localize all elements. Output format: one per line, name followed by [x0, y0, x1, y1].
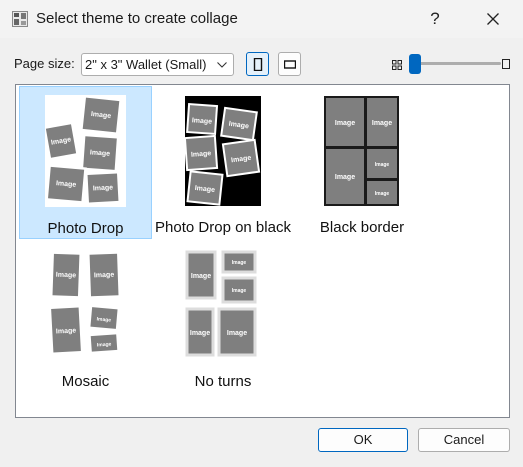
window-title: Select theme to create collage [36, 10, 238, 27]
image-placeholder: Image [87, 304, 121, 332]
theme-gallery: Image Image Image Image Image Photo Drop… [15, 84, 510, 418]
theme-label: Black border [319, 219, 405, 236]
image-placeholder-label: Image [192, 117, 213, 125]
portrait-icon [253, 58, 263, 71]
image-placeholder-label: Image [191, 273, 211, 280]
help-button[interactable]: ? [417, 4, 453, 34]
image-placeholder: Image [48, 304, 84, 356]
image-placeholder: Image [367, 98, 397, 146]
image-placeholder-label: Image [232, 288, 247, 294]
image-placeholder-label: Image [375, 191, 390, 197]
image-placeholder: Image [79, 95, 123, 136]
image-placeholder-label: Image [90, 149, 111, 157]
image-placeholder: Image [367, 149, 397, 178]
image-placeholder-label: Image [232, 260, 247, 266]
image-placeholder: Image [185, 307, 215, 357]
image-placeholder-label: Image [372, 120, 392, 127]
page-size-dropdown[interactable]: 2" x 3" Wallet (Small) [81, 53, 234, 76]
image-placeholder-label: Image [335, 174, 355, 181]
image-placeholder: Image [326, 149, 364, 204]
portrait-orientation-button[interactable] [246, 52, 269, 76]
page-size-value: 2" x 3" Wallet (Small) [85, 57, 207, 72]
no-turns-preview: Image Image Image Image Image [183, 249, 261, 361]
mosaic-preview: Image Image Image Image Image [47, 249, 125, 361]
theme-mosaic[interactable]: Image Image Image Image Image Mosaic [19, 243, 152, 393]
image-placeholder: Image [367, 181, 397, 204]
image-placeholder-label: Image [191, 150, 212, 158]
image-placeholder-label: Image [56, 272, 77, 280]
cancel-button[interactable]: Cancel [418, 428, 510, 452]
app-icon [12, 11, 28, 27]
chevron-down-icon [217, 62, 227, 68]
theme-photo-drop-on-black[interactable]: Image Image Image Image Image Photo Drop… [153, 86, 293, 239]
image-placeholder: Image [86, 251, 122, 299]
image-placeholder: Image [185, 250, 217, 300]
image-placeholder: Image [221, 250, 257, 274]
image-placeholder-label: Image [96, 316, 111, 323]
close-icon [487, 13, 499, 25]
landscape-icon [284, 60, 296, 69]
image-placeholder: Image [80, 133, 120, 173]
image-placeholder: Image [84, 170, 122, 206]
theme-no-turns[interactable]: Image Image Image Image Image No turns [153, 243, 293, 393]
image-placeholder-label: Image [94, 272, 115, 280]
image-placeholder-label: Image [227, 330, 247, 337]
large-thumbnail-icon [502, 59, 510, 69]
title-bar: Select theme to create collage ? [0, 0, 523, 38]
theme-label: Photo Drop on black [155, 219, 291, 236]
image-placeholder: Image [45, 164, 87, 204]
image-placeholder-label: Image [190, 330, 210, 337]
image-placeholder: Image [186, 170, 224, 206]
landscape-orientation-button[interactable] [278, 52, 301, 76]
image-placeholder-label: Image [97, 341, 112, 348]
image-placeholder: Image [326, 98, 364, 146]
theme-label: Photo Drop [47, 220, 124, 237]
photo-drop-on-black-preview: Image Image Image Image Image [185, 96, 261, 206]
image-placeholder: Image [45, 121, 80, 161]
image-placeholder: Image [186, 102, 219, 136]
image-placeholder-label: Image [375, 162, 390, 168]
image-placeholder: Image [217, 307, 257, 357]
image-placeholder: Image [88, 331, 120, 355]
theme-black-border[interactable]: Image Image Image Image Image Black bord… [297, 86, 427, 239]
image-placeholder: Image [185, 134, 219, 172]
image-placeholder-label: Image [56, 327, 77, 335]
ok-button[interactable]: OK [318, 428, 408, 452]
small-thumbnails-icon [392, 58, 402, 73]
slider-track [409, 62, 501, 65]
theme-label: No turns [194, 373, 252, 390]
image-placeholder: Image [220, 106, 258, 142]
page-size-label: Page size: [14, 56, 75, 71]
close-button[interactable] [474, 4, 512, 34]
image-placeholder: Image [221, 276, 257, 304]
image-placeholder: Image [49, 251, 83, 299]
theme-photo-drop[interactable]: Image Image Image Image Image Photo Drop [19, 86, 152, 239]
image-placeholder-label: Image [335, 120, 355, 127]
thumbnail-size-slider[interactable] [407, 54, 511, 74]
slider-thumb[interactable] [409, 54, 421, 74]
theme-label: Mosaic [61, 373, 110, 390]
photo-drop-preview: Image Image Image Image Image [45, 95, 126, 207]
black-border-preview: Image Image Image Image Image [324, 96, 399, 206]
image-placeholder: Image [221, 138, 261, 178]
image-placeholder-label: Image [93, 184, 114, 192]
